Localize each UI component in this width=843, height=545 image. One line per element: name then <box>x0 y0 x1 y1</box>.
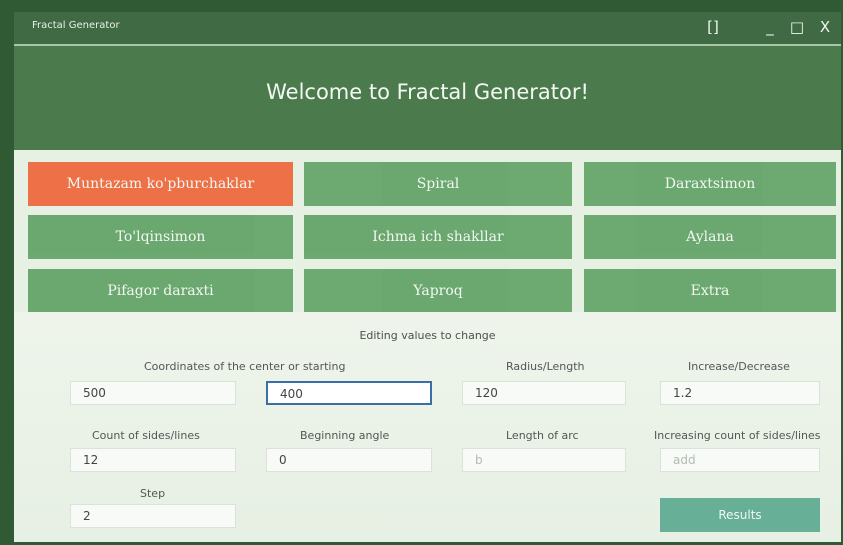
step-label: Step <box>140 487 166 500</box>
application-window: Fractal Generator [] _ □ X Welcome to Fr… <box>14 12 841 542</box>
type-button-circle[interactable]: Aylana <box>584 215 836 259</box>
arc-length-label: Length of arc <box>506 429 579 442</box>
step-input[interactable]: 2 <box>70 504 236 528</box>
type-button-leaf[interactable]: Yaproq <box>304 269 572 313</box>
fractal-type-grid: Muntazam ko'pburchaklar Spiral Daraxtsim… <box>28 162 836 313</box>
type-button-nested-shapes[interactable]: Ichma ich shakllar <box>304 215 572 259</box>
maximize-icon[interactable]: □ <box>784 16 810 40</box>
fullscreen-icon[interactable]: [] <box>700 16 726 40</box>
count-input[interactable]: 12 <box>70 448 236 472</box>
results-button[interactable]: Results <box>660 498 820 532</box>
type-button-tree[interactable]: Daraxtsimon <box>584 162 836 206</box>
beginning-angle-input[interactable]: 0 <box>266 448 432 472</box>
increasing-count-label: Increasing count of sides/lines <box>654 429 821 442</box>
type-button-wave[interactable]: To'lqinsimon <box>28 215 293 259</box>
title-bar: Fractal Generator [] _ □ X <box>14 12 841 44</box>
increase-decrease-input[interactable]: 1.2 <box>660 381 820 405</box>
arc-length-input[interactable]: b <box>462 448 626 472</box>
section-label: Editing values to change <box>359 329 496 342</box>
radius-input[interactable]: 120 <box>462 381 626 405</box>
close-icon[interactable]: X <box>812 16 838 40</box>
beginning-angle-label: Beginning angle <box>300 429 390 442</box>
type-button-extra[interactable]: Extra <box>584 269 836 313</box>
count-label: Count of sides/lines <box>92 429 200 442</box>
center-y-input[interactable]: 400 <box>266 381 432 405</box>
minimize-icon[interactable]: _ <box>757 16 783 40</box>
increasing-count-input[interactable]: add <box>660 448 820 472</box>
type-button-spiral[interactable]: Spiral <box>304 162 572 206</box>
type-button-regular-polygons[interactable]: Muntazam ko'pburchaklar <box>28 162 293 206</box>
center-coordinates-label: Coordinates of the center or starting <box>144 360 346 373</box>
type-button-pythagoras-tree[interactable]: Pifagor daraxti <box>28 269 293 313</box>
increase-decrease-label: Increase/Decrease <box>688 360 790 373</box>
center-x-input[interactable]: 500 <box>70 381 236 405</box>
welcome-title: Welcome to Fractal Generator! <box>266 80 589 104</box>
radius-label: Radius/Length <box>506 360 585 373</box>
welcome-header: Welcome to Fractal Generator! <box>14 44 841 150</box>
window-title: Fractal Generator <box>32 20 120 31</box>
